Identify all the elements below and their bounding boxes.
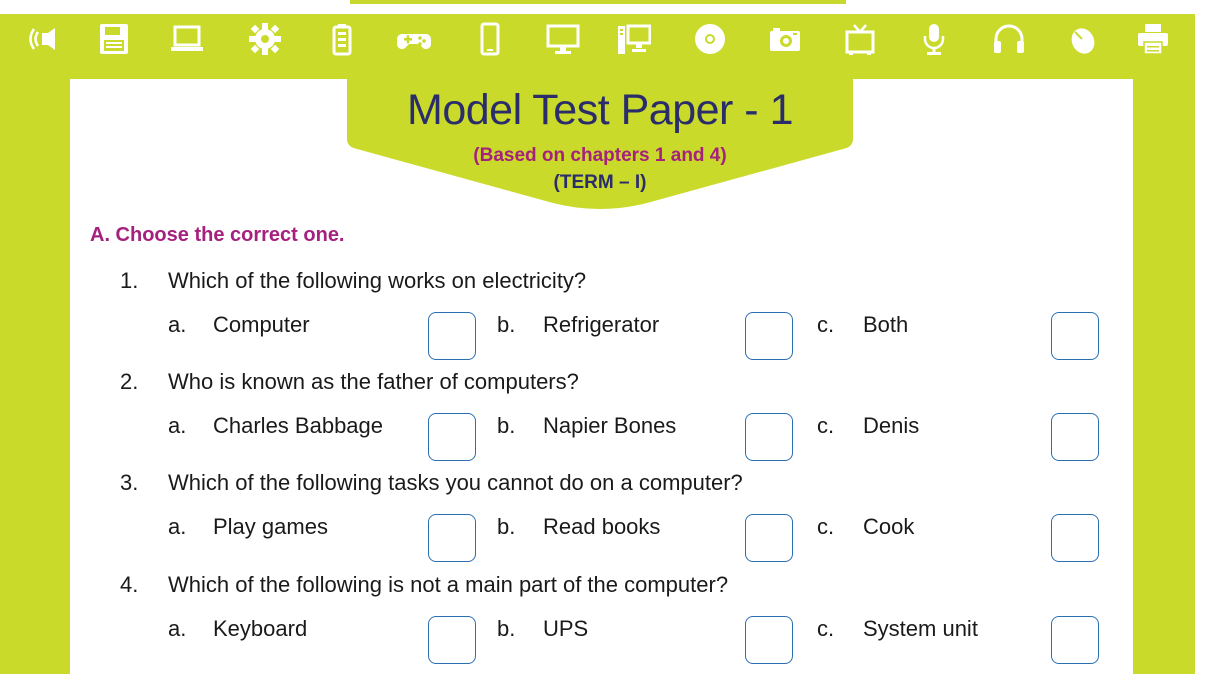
question-text: Which of the following tasks you cannot … <box>168 470 743 495</box>
cd-icon <box>693 22 727 56</box>
option-text: Denis <box>863 413 920 438</box>
answer-checkbox[interactable] <box>1051 514 1099 562</box>
option-text: Computer <box>213 312 310 337</box>
option-letter: a. <box>168 616 187 641</box>
printer-icon <box>1136 22 1170 56</box>
gear-icon <box>248 22 282 56</box>
option-text: Refrigerator <box>543 312 660 337</box>
question-number: 3. <box>120 470 139 495</box>
answer-checkbox[interactable] <box>428 312 476 360</box>
option-letter: c. <box>817 514 835 539</box>
option-letter: a. <box>168 413 187 438</box>
answer-checkbox[interactable] <box>428 616 476 664</box>
gamepad-icon <box>397 22 431 56</box>
answer-checkbox[interactable] <box>745 413 793 461</box>
option-letter: b. <box>497 616 516 641</box>
answer-checkbox[interactable] <box>1051 616 1099 664</box>
page-title: Model Test Paper - 1 <box>407 86 793 134</box>
page-subtitle: (Based on chapters 1 and 4) <box>473 145 727 166</box>
answer-checkbox[interactable] <box>1051 312 1099 360</box>
headphones-icon <box>992 22 1026 56</box>
icon-strip <box>0 14 1195 64</box>
monitor-icon <box>546 22 580 56</box>
section-heading: A. Choose the correct one. <box>90 224 345 246</box>
question-text: Who is known as the father of computers? <box>168 369 579 394</box>
camera-icon <box>768 22 802 56</box>
term-label: (TERM – I) <box>553 172 647 193</box>
option-text: System unit <box>863 616 978 641</box>
option-text: Read books <box>543 514 661 539</box>
option-text: Napier Bones <box>543 413 677 438</box>
microphone-icon <box>917 22 951 56</box>
question-number: 2. <box>120 369 139 394</box>
option-text: Keyboard <box>213 616 308 641</box>
floppy-disk-icon <box>97 22 131 56</box>
question-text: Which of the following works on electric… <box>168 268 587 293</box>
option-letter: c. <box>817 312 835 337</box>
answer-checkbox[interactable] <box>1051 413 1099 461</box>
mouse-icon <box>1065 22 1099 56</box>
laptop-icon <box>170 22 204 56</box>
option-letter: b. <box>497 312 516 337</box>
question-number: 4. <box>120 572 139 597</box>
answer-checkbox[interactable] <box>428 413 476 461</box>
option-letter: b. <box>497 514 516 539</box>
answer-checkbox[interactable] <box>745 514 793 562</box>
answer-checkbox[interactable] <box>428 514 476 562</box>
option-letter: a. <box>168 514 187 539</box>
option-letter: c. <box>817 413 835 438</box>
answer-checkbox[interactable] <box>745 616 793 664</box>
desktop-computer-icon <box>617 22 651 56</box>
option-letter: c. <box>817 616 835 641</box>
option-letter: b. <box>497 413 516 438</box>
option-text: Both <box>863 312 909 337</box>
question-number: 1. <box>120 268 139 293</box>
top-accent-line <box>350 0 846 4</box>
speaker-icon <box>28 22 62 56</box>
option-text: UPS <box>543 616 589 641</box>
option-text: Cook <box>863 514 915 539</box>
option-letter: a. <box>168 312 187 337</box>
television-icon <box>843 22 877 56</box>
mobile-phone-icon <box>473 22 507 56</box>
battery-icon <box>325 22 359 56</box>
question-text: Which of the following is not a main par… <box>168 572 729 597</box>
option-text: Charles Babbage <box>213 413 384 438</box>
answer-checkbox[interactable] <box>745 312 793 360</box>
option-text: Play games <box>213 514 328 539</box>
